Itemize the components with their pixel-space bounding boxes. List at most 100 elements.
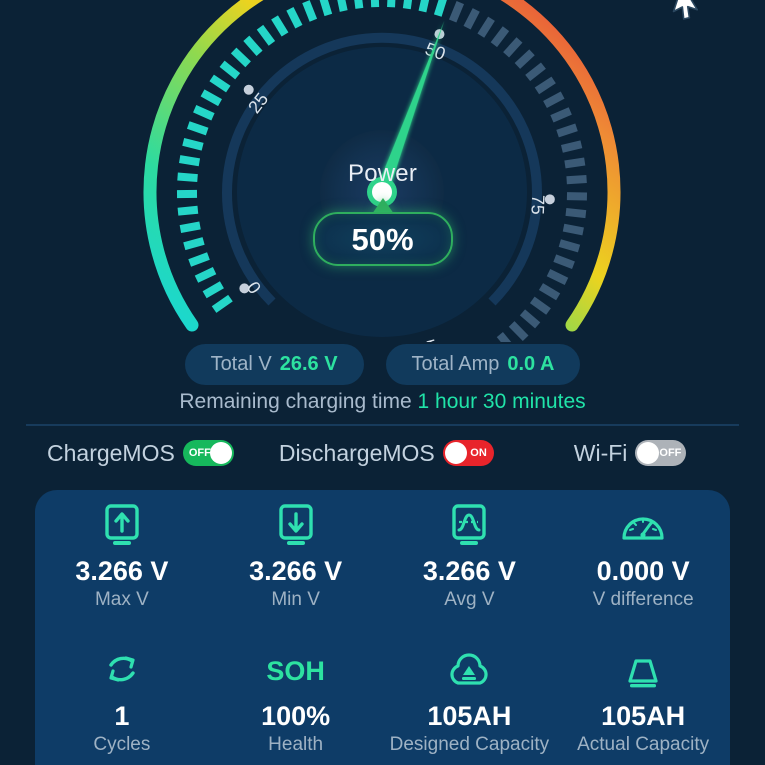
gauge-tick bbox=[541, 287, 558, 297]
battery-monitor-app: 0255075100 Power 50% Total V 26.6 V Tota… bbox=[0, 0, 765, 765]
stat-avg-v[interactable]: 3.266 V Avg V bbox=[383, 490, 557, 635]
stat-avg-v-value: 3.266 V bbox=[423, 556, 516, 587]
gauge-tick bbox=[184, 241, 203, 246]
gauge-tick bbox=[512, 324, 526, 338]
dischargemos-toggle[interactable]: ON bbox=[443, 440, 494, 466]
total-voltage-chip[interactable]: Total V 26.6 V bbox=[185, 344, 364, 385]
stat-health[interactable]: SOH 100% Health bbox=[209, 635, 383, 765]
stats-grid: 3.266 V Max V 3.266 V Min V bbox=[35, 490, 730, 765]
gauge-tick bbox=[205, 285, 222, 295]
gauge-tick bbox=[290, 9, 299, 27]
gauge-tick bbox=[374, 0, 375, 7]
gauge-tick-label: 75 bbox=[527, 194, 548, 215]
cloud-battery-icon bbox=[444, 647, 494, 695]
gauge-tick-label: 100 bbox=[405, 335, 439, 342]
stat-v-difference-value: 0.000 V bbox=[597, 556, 690, 587]
stat-actual-capacity-label: Actual Capacity bbox=[577, 734, 709, 756]
gauge-tick bbox=[190, 256, 209, 263]
gauge-tick bbox=[183, 142, 202, 147]
gauge-tick bbox=[422, 0, 426, 11]
stat-v-difference[interactable]: 0.000 V V difference bbox=[556, 490, 730, 635]
dischargemos-state-text: ON bbox=[470, 448, 487, 459]
total-amp-value: 0.0 A bbox=[507, 353, 554, 376]
stat-min-v[interactable]: 3.266 V Min V bbox=[209, 490, 383, 635]
stat-health-value: 100% bbox=[261, 701, 330, 732]
stat-actual-capacity[interactable]: 105AH Actual Capacity bbox=[556, 635, 730, 765]
gauge-tick bbox=[260, 27, 272, 43]
gauge-tick bbox=[548, 273, 566, 282]
gauge-tick bbox=[522, 312, 537, 325]
stat-designed-capacity[interactable]: 105AH Designed Capacity bbox=[383, 635, 557, 765]
chargemos-state-text: OFF bbox=[189, 448, 211, 459]
section-divider bbox=[26, 424, 739, 426]
total-amp-chip[interactable]: Total Amp 0.0 A bbox=[386, 344, 581, 385]
remaining-charging-time: Remaining charging time 1 hour 30 minute… bbox=[0, 390, 765, 414]
monitor-up-arrow-icon bbox=[100, 502, 144, 550]
stat-min-v-value: 3.266 V bbox=[249, 556, 342, 587]
wifi-toggle[interactable]: OFF bbox=[635, 440, 686, 466]
percent-pill: 50% bbox=[313, 212, 453, 266]
wifi-knob bbox=[637, 442, 659, 464]
gauge-tick bbox=[517, 52, 532, 66]
stat-cycles-label: Cycles bbox=[93, 734, 150, 756]
monitor-waveform-icon bbox=[447, 502, 491, 550]
gauge-tick bbox=[566, 212, 586, 214]
wifi-group: Wi-Fi OFF bbox=[574, 440, 687, 467]
monitor-down-arrow-icon bbox=[274, 502, 318, 550]
gauge-tick bbox=[467, 10, 476, 28]
soh-text-icon: SOH bbox=[266, 647, 325, 695]
gauge-tick bbox=[506, 40, 519, 55]
gauge-tick bbox=[438, 0, 444, 16]
gauge-tick bbox=[545, 95, 563, 104]
gauge-tick bbox=[500, 335, 513, 342]
gauge-tick bbox=[196, 271, 214, 280]
gauge-tick bbox=[178, 210, 198, 212]
total-voltage-label: Total V bbox=[211, 353, 272, 376]
remaining-time-label: Remaining charging time bbox=[179, 390, 411, 413]
stat-max-v-label: Max V bbox=[95, 589, 149, 611]
stat-max-v[interactable]: 3.266 V Max V bbox=[35, 490, 209, 635]
stat-cycles[interactable]: 1 Cycles bbox=[35, 635, 209, 765]
dischargemos-label: DischargeMOS bbox=[279, 440, 435, 467]
gauge-tick bbox=[340, 0, 344, 11]
gauge-tick bbox=[453, 3, 461, 21]
power-gauge: 0255075100 Power 50% bbox=[0, 0, 765, 342]
stat-min-v-label: Min V bbox=[271, 589, 320, 611]
stat-designed-capacity-value: 105AH bbox=[427, 701, 511, 732]
stat-v-difference-label: V difference bbox=[593, 589, 694, 611]
chargemos-label: ChargeMOS bbox=[47, 440, 175, 467]
stat-cycles-value: 1 bbox=[114, 701, 129, 732]
gauge-tick bbox=[532, 300, 548, 312]
gauge-tick bbox=[537, 80, 554, 91]
summary-chip-row: Total V 26.6 V Total Amp 0.0 A bbox=[0, 344, 765, 385]
gauge-tick bbox=[222, 64, 238, 77]
gauge-tick bbox=[212, 78, 229, 89]
gauge-tick bbox=[306, 2, 313, 21]
gauge-tick bbox=[203, 93, 221, 103]
gauge-meter-icon bbox=[618, 502, 668, 550]
stat-max-v-value: 3.266 V bbox=[75, 556, 168, 587]
stat-designed-capacity-label: Designed Capacity bbox=[390, 734, 549, 756]
gauge-tick bbox=[357, 0, 359, 8]
wifi-state-text: OFF bbox=[659, 448, 681, 459]
gauge-tick bbox=[552, 111, 570, 119]
gauge-tick bbox=[481, 19, 492, 36]
gauge-tick bbox=[558, 127, 577, 133]
gauge-tick bbox=[555, 258, 574, 265]
gauge-tick bbox=[180, 225, 200, 229]
gauge-tick bbox=[562, 144, 581, 149]
cycle-refresh-icon bbox=[99, 647, 145, 695]
stats-panel: 3.266 V Max V 3.266 V Min V bbox=[35, 490, 730, 765]
stat-avg-v-label: Avg V bbox=[444, 589, 494, 611]
gauge-tick bbox=[560, 243, 579, 249]
chargemos-toggle[interactable]: OFF bbox=[183, 440, 234, 466]
total-voltage-value: 26.6 V bbox=[280, 353, 338, 376]
stat-health-label: Health bbox=[268, 734, 323, 756]
stat-actual-capacity-value: 105AH bbox=[601, 701, 685, 732]
total-amp-label: Total Amp bbox=[412, 353, 500, 376]
dischargemos-knob bbox=[445, 442, 467, 464]
gauge-tick bbox=[188, 125, 207, 132]
chargemos-group: ChargeMOS OFF bbox=[47, 440, 234, 467]
gauge-tick bbox=[494, 29, 506, 45]
battery-container-icon bbox=[619, 647, 667, 695]
